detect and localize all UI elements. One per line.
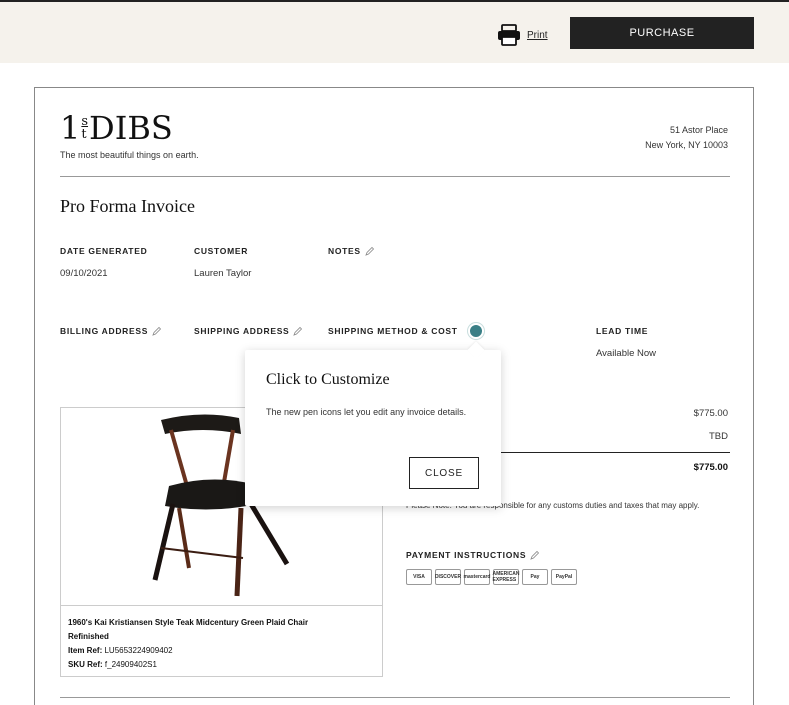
- print-link[interactable]: Print: [497, 24, 548, 46]
- shipping-method-label: SHIPPING METHOD & COST: [328, 326, 458, 336]
- paypal-icon: PayPal: [551, 569, 577, 585]
- company-address: 51 Astor Place New York, NY 10003: [645, 125, 728, 150]
- shipping-address-label: SHIPPING ADDRESS: [194, 326, 303, 336]
- item-ref: Item Ref: LU5653224909402: [68, 646, 173, 655]
- header-divider: [60, 176, 730, 177]
- apple-pay-icon: Pay: [522, 569, 548, 585]
- hint-dot[interactable]: [468, 323, 484, 339]
- pen-icon[interactable]: [293, 326, 303, 336]
- close-button[interactable]: CLOSE: [409, 457, 479, 489]
- discover-icon: DISCOVER: [435, 569, 461, 585]
- printer-icon: [498, 24, 520, 46]
- popover-body: The new pen icons let you edit any invoi…: [266, 407, 467, 417]
- date-generated-label: DATE GENERATED: [60, 246, 148, 256]
- sku-ref: SKU Ref: f_24909402S1: [68, 660, 157, 669]
- subtotal-value: $775.00: [693, 408, 728, 419]
- action-bar: Print PURCHASE: [0, 2, 789, 63]
- notes-label: NOTES: [328, 246, 375, 256]
- lead-time-label: LEAD TIME: [596, 326, 649, 336]
- shipping-value: TBD: [709, 431, 728, 442]
- payment-methods: VISA DISCOVER mastercard AMERICAN EXPRES…: [406, 569, 577, 585]
- brand-tagline: The most beautiful things on earth.: [60, 150, 199, 160]
- amex-icon: AMERICAN EXPRESS: [492, 569, 520, 585]
- date-generated-value: 09/10/2021: [60, 268, 108, 279]
- customize-popover: Click to Customize The new pen icons let…: [245, 341, 501, 506]
- purchase-button[interactable]: PURCHASE: [570, 17, 754, 49]
- pen-icon[interactable]: [530, 550, 540, 560]
- pen-icon[interactable]: [365, 246, 375, 256]
- product-details: 1960's Kai Kristiansen Style Teak Midcen…: [68, 616, 308, 672]
- invoice-title: Pro Forma Invoice: [60, 196, 195, 216]
- total-value: $775.00: [693, 462, 728, 473]
- pen-icon[interactable]: [152, 326, 162, 336]
- product-name: 1960's Kai Kristiansen Style Teak Midcen…: [68, 618, 309, 627]
- product-condition: Refinished: [68, 632, 109, 641]
- lead-time-value: Available Now: [596, 348, 657, 359]
- visa-icon: VISA: [406, 569, 432, 585]
- payment-instructions-label: PAYMENT INSTRUCTIONS: [406, 550, 540, 560]
- billing-address-label: BILLING ADDRESS: [60, 326, 162, 336]
- customer-value: Lauren Taylor: [194, 268, 252, 279]
- footer-divider: [60, 697, 730, 698]
- customer-label: CUSTOMER: [194, 246, 249, 256]
- brand-logo: 1 st DIBS: [60, 109, 173, 147]
- mastercard-icon: mastercard: [464, 569, 490, 585]
- popover-title: Click to Customize: [266, 371, 390, 388]
- print-label: Print: [527, 29, 548, 41]
